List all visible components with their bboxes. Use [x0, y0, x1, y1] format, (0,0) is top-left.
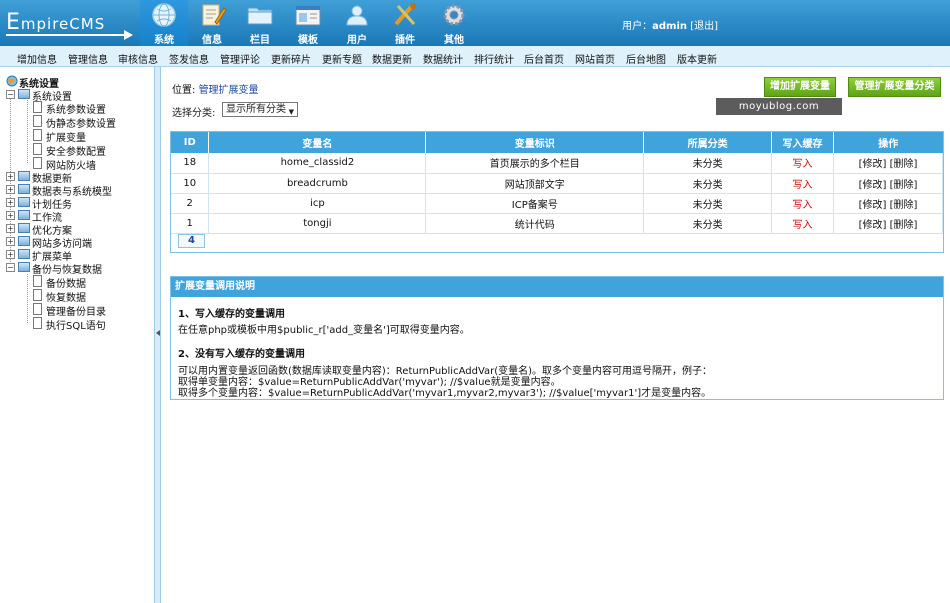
- menu-admin-home[interactable]: 后台首页: [524, 51, 564, 66]
- help-title: 扩展变量调用说明: [171, 277, 943, 297]
- doc-icon: [33, 303, 42, 315]
- menu-manage-info[interactable]: 管理信息: [68, 51, 108, 66]
- doc-icon: [33, 101, 42, 113]
- empirecms-logo[interactable]: EmpireCMS: [4, 6, 136, 40]
- logout-link[interactable]: [退出]: [690, 21, 718, 32]
- doc-icon: [33, 129, 42, 141]
- nav-template[interactable]: 模板: [284, 0, 332, 46]
- nav-plugin[interactable]: 插件: [381, 0, 429, 46]
- folder-icon: [18, 171, 30, 181]
- expand-icon[interactable]: +: [6, 198, 15, 207]
- menu-site-home[interactable]: 网站首页: [575, 51, 615, 66]
- expand-icon[interactable]: +: [6, 224, 15, 233]
- table-row: 2 icp ICP备案号 未分类 写入 [修改] [删除]: [171, 193, 943, 214]
- extend-vars-table-panel: ID 变量名 变量标识 所属分类 写入缓存 操作 18 home_classid…: [170, 131, 944, 253]
- expand-icon[interactable]: +: [6, 237, 15, 246]
- doc-icon: [33, 143, 42, 155]
- edit-delete-links[interactable]: [修改] [删除]: [833, 213, 943, 234]
- edit-delete-links[interactable]: [修改] [删除]: [833, 173, 943, 194]
- folder-icon: [18, 89, 30, 99]
- dropdown-arrow-icon: ▼: [288, 108, 294, 116]
- help-section2-title: 2、没有写入缓存的变量调用: [178, 349, 305, 360]
- doc-icon: [33, 157, 42, 169]
- doc-icon: [33, 289, 42, 301]
- quick-menu-bar: 增加信息 管理信息 审核信息 签发信息 管理评论 更新碎片 更新专题 数据更新 …: [0, 46, 950, 67]
- table-row: 18 home_classid2 首页展示的多个栏目 未分类 写入 [修改] […: [171, 153, 943, 174]
- manage-var-class-button[interactable]: 管理扩展变量分类: [848, 77, 941, 97]
- help-panel: 扩展变量调用说明 1、写入缓存的变量调用 在任意php或模板中用$public_…: [170, 276, 944, 400]
- sidebar-splitter[interactable]: [154, 67, 161, 603]
- folder-icon: [18, 210, 30, 220]
- globe-icon: [6, 75, 18, 87]
- globe-icon: [152, 3, 176, 27]
- table-row: 10 breadcrumb 网站顶部文字 未分类 写入 [修改] [删除]: [171, 173, 943, 194]
- table-row: 1 tongji 统计代码 未分类 写入 [修改] [删除]: [171, 213, 943, 234]
- edit-delete-links[interactable]: [修改] [删除]: [833, 193, 943, 214]
- menu-data-update[interactable]: 数据更新: [372, 51, 412, 66]
- menu-manage-comments[interactable]: 管理评论: [220, 51, 260, 66]
- doc-icon: [33, 317, 42, 329]
- folder-icon: [18, 262, 30, 272]
- edit-delete-links[interactable]: [修改] [删除]: [833, 153, 943, 174]
- table-header-row: ID 变量名 变量标识 所属分类 写入缓存 操作: [171, 132, 943, 153]
- doc-icon: [33, 115, 42, 127]
- collapse-arrow-icon[interactable]: [156, 330, 160, 336]
- edit-doc-icon: [202, 4, 227, 26]
- write-cache-link[interactable]: 写入: [771, 213, 835, 234]
- username: admin: [652, 21, 687, 32]
- nav-system[interactable]: 系统: [140, 0, 188, 46]
- window-icon: [295, 5, 321, 26]
- folder-icon: [247, 7, 273, 25]
- menu-add-info[interactable]: 增加信息: [17, 51, 57, 66]
- menu-update-topics[interactable]: 更新专题: [322, 51, 362, 66]
- help-section1-text: 在任意php或模板中用$public_r['add_变量名']可取得变量内容。: [178, 325, 470, 336]
- add-extend-var-button[interactable]: 增加扩展变量: [764, 77, 836, 97]
- nav-column[interactable]: 栏目: [236, 0, 284, 46]
- menu-version-update[interactable]: 版本更新: [677, 51, 717, 66]
- menu-data-stats[interactable]: 数据统计: [423, 51, 463, 66]
- extend-vars-table: ID 变量名 变量标识 所属分类 写入缓存 操作 18 home_classid…: [171, 132, 943, 234]
- watermark: moyublog.com: [716, 98, 842, 115]
- write-cache-link[interactable]: 写入: [771, 193, 835, 214]
- page-number[interactable]: 4: [178, 234, 205, 248]
- expand-icon[interactable]: +: [6, 172, 15, 181]
- help-section2-line3: 取得多个变量内容：$value=ReturnPublicAddVar('myva…: [178, 388, 712, 399]
- write-cache-link[interactable]: 写入: [771, 153, 835, 174]
- menu-update-fragments[interactable]: 更新碎片: [271, 51, 311, 66]
- collapse-icon[interactable]: −: [6, 90, 15, 99]
- expand-icon[interactable]: +: [6, 211, 15, 220]
- folder-icon: [18, 249, 30, 259]
- folder-icon: [18, 236, 30, 246]
- menu-sign-info[interactable]: 签发信息: [169, 51, 209, 66]
- category-filter: 选择分类: 显示所有分类 ▼: [172, 102, 298, 119]
- sidebar-tree: 系统设置 − 系统设置 系统参数设置 伪静态参数设置 扩展变量 安全参数配置 网…: [0, 67, 154, 603]
- main-content: 位置: 管理扩展变量 增加扩展变量 管理扩展变量分类 moyublog.com …: [162, 67, 950, 603]
- category-select[interactable]: 显示所有分类 ▼: [222, 102, 298, 117]
- menu-admin-map[interactable]: 后台地图: [626, 51, 666, 66]
- expand-icon[interactable]: +: [6, 250, 15, 259]
- folder-icon: [18, 223, 30, 233]
- user-info: 用户：admin [退出]: [622, 21, 718, 32]
- help-section1-title: 1、写入缓存的变量调用: [178, 309, 285, 320]
- tools-icon: [394, 3, 416, 26]
- gear-icon: [443, 4, 465, 26]
- nav-other[interactable]: 其他: [430, 0, 478, 46]
- user-icon: [346, 5, 368, 26]
- menu-rank-stats[interactable]: 排行统计: [474, 51, 514, 66]
- folder-icon: [18, 184, 30, 194]
- top-header: EmpireCMS 系统 信息 栏目 模板 用户 插件 其他 用户：admin …: [0, 0, 950, 46]
- doc-icon: [33, 275, 42, 287]
- menu-review-info[interactable]: 审核信息: [118, 51, 158, 66]
- folder-icon: [18, 197, 30, 207]
- nav-user[interactable]: 用户: [333, 0, 381, 46]
- expand-icon[interactable]: +: [6, 185, 15, 194]
- breadcrumb: 位置: 管理扩展变量: [172, 85, 259, 96]
- collapse-icon[interactable]: −: [6, 263, 15, 272]
- nav-info[interactable]: 信息: [188, 0, 236, 46]
- write-cache-link[interactable]: 写入: [771, 173, 835, 194]
- breadcrumb-link[interactable]: 管理扩展变量: [199, 85, 259, 96]
